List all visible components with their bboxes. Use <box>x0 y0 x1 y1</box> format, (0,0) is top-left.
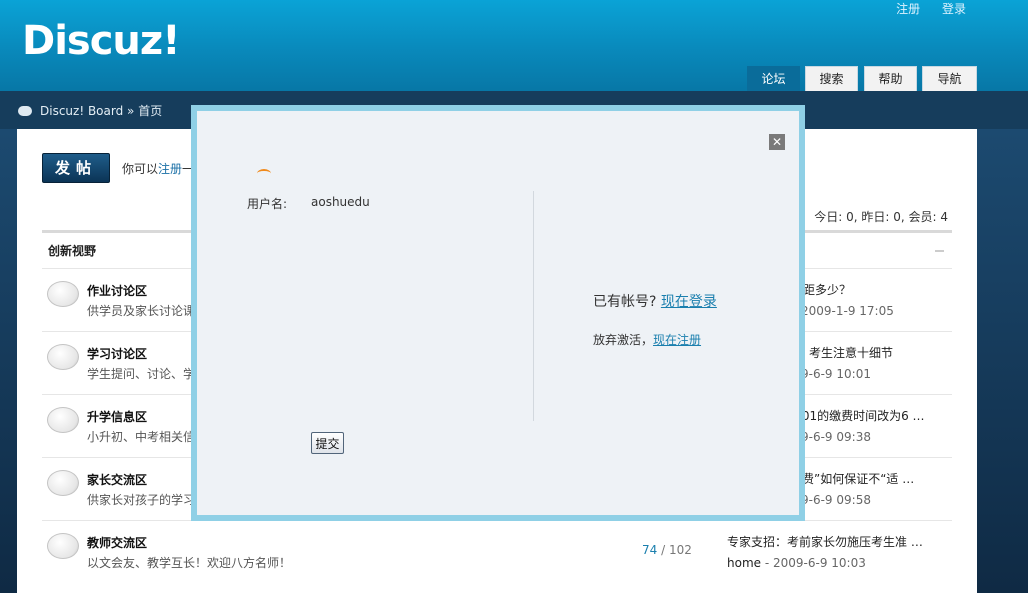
last-post: 专家支招：考前家长勿施压考生准 … home - 2009-6-9 10:03 <box>727 533 923 570</box>
register-now-link[interactable]: 现在注册 <box>653 333 701 347</box>
forum-name[interactable]: 学习讨论区 <box>87 345 147 362</box>
breadcrumb-text: Discuz! Board » 首页 <box>40 104 163 118</box>
activation-dialog: ✕ 用户名: aoshuedu 已有帐号? 现在登录 放弃激活，现在注册 提交 <box>191 105 805 521</box>
forum-desc: 以文会友、教学互长！欢迎八方名师！ <box>87 556 292 570</box>
forum-name[interactable]: 升学信息区 <box>87 408 147 425</box>
new-post-button[interactable]: 发帖 <box>42 153 110 183</box>
have-account-text: 已有帐号? 现在登录 <box>593 291 717 311</box>
notice-register-link[interactable]: 注册 <box>158 162 182 176</box>
login-now-link[interactable]: 现在登录 <box>661 294 717 310</box>
chat-bubble-icon <box>18 106 32 116</box>
top-links: 注册 登录 <box>878 0 966 17</box>
notice-prefix: 你可以 <box>122 162 159 176</box>
tab-help[interactable]: 帮助 <box>864 66 917 91</box>
loading-icon <box>257 169 271 178</box>
last-post-title[interactable]: 专家支招：考前家长勿施压考生准 … <box>727 533 923 550</box>
last-post-meta: home - 2009-6-9 10:03 <box>727 556 866 570</box>
forum-desc: 小升初、中考相关信 <box>87 430 196 444</box>
register-link[interactable]: 注册 <box>896 2 920 16</box>
forum-desc: 供家长对孩子的学习 <box>87 493 196 507</box>
dialog-divider <box>533 191 534 421</box>
thread-count: 102 <box>668 543 692 557</box>
forum-desc: 供学员及家长讨论课 <box>87 304 196 318</box>
forum-icon <box>47 281 79 307</box>
tab-forum[interactable]: 论坛 <box>747 66 800 92</box>
site-logo[interactable]: Discuz! <box>22 18 180 64</box>
give-up-label: 放弃激活， <box>593 333 654 347</box>
login-link[interactable]: 登录 <box>942 2 966 16</box>
tab-navigation[interactable]: 导航 <box>922 66 977 91</box>
username-label: 用户名: <box>247 197 288 211</box>
have-account-label: 已有帐号? <box>593 294 657 310</box>
submit-button[interactable]: 提交 <box>311 432 344 454</box>
forum-counts: 74 / 102 <box>642 543 692 557</box>
forum-name[interactable]: 作业讨论区 <box>87 282 147 299</box>
close-icon[interactable]: ✕ <box>769 134 785 150</box>
forum-name[interactable]: 家长交流区 <box>87 471 147 488</box>
collapse-icon[interactable] <box>935 250 944 252</box>
post-count[interactable]: 74 <box>642 543 657 557</box>
forum-row[interactable]: 教师交流区 以文会友、教学互长！欢迎八方名师！ 74 / 102 专家支招：考前… <box>42 520 952 584</box>
last-post-time: 2009-6-9 10:03 <box>773 556 866 570</box>
give-up-text: 放弃激活，现在注册 <box>593 331 701 348</box>
breadcrumb[interactable]: Discuz! Board » 首页 <box>18 102 162 119</box>
username-value: aoshuedu <box>311 195 370 209</box>
category-title[interactable]: 创新视野 <box>48 242 96 259</box>
site-stats: 今日: 0, 昨日: 0, 会员: 4 <box>814 210 948 224</box>
forum-icon <box>47 407 79 433</box>
forum-icon <box>47 533 79 559</box>
last-post-user[interactable]: home <box>727 556 761 570</box>
forum-icon <box>47 344 79 370</box>
notice-text: 你可以注册一 <box>122 160 194 177</box>
forum-name[interactable]: 教师交流区 <box>87 534 147 551</box>
dialog-body: ✕ 用户名: aoshuedu 已有帐号? 现在登录 放弃激活，现在注册 提交 <box>197 111 799 515</box>
top-header: Discuz! 注册 登录 论坛 搜索 帮助 导航 <box>0 0 1028 92</box>
forum-desc: 学生提问、讨论、学 <box>87 367 196 381</box>
forum-icon <box>47 470 79 496</box>
tab-search[interactable]: 搜索 <box>805 66 858 91</box>
